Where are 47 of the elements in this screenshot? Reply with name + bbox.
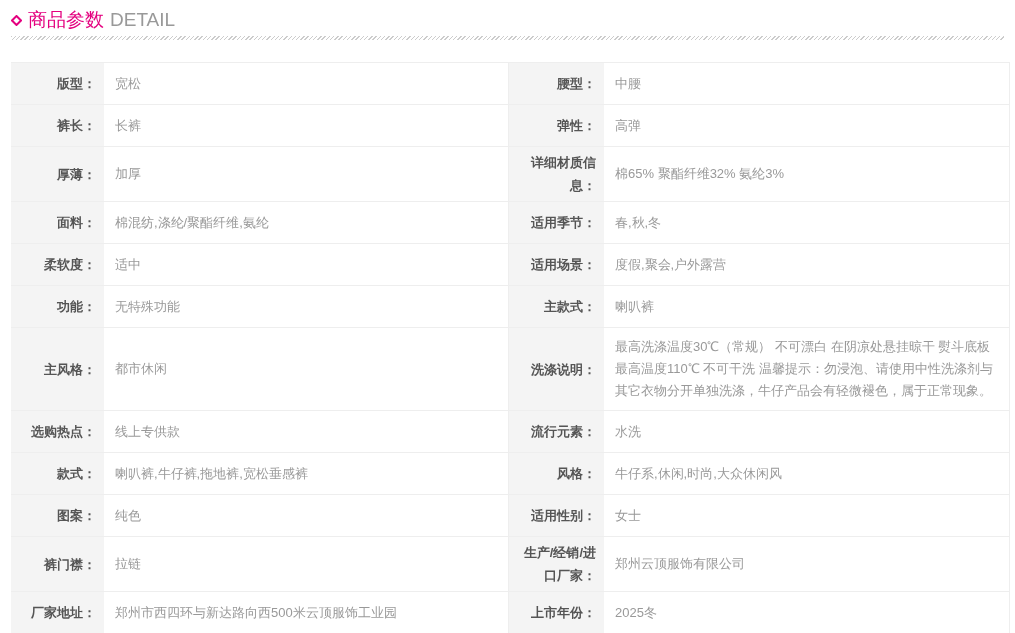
attribute-value: 女士 [604, 495, 1010, 537]
attribute-label: 详细材质信息： [509, 147, 604, 202]
attribute-value: 最高洗涤温度30℃（常规） 不可漂白 在阴凉处悬挂晾干 熨斗底板最高温度110℃ 不可干洗 温馨提示：勿浸泡、请使用中性洗涤剂与其它衣物分开单独洗涤，牛仔产品会有轻微褪色，属于正常现象。 [604, 328, 1010, 411]
attribute-label: 风格： [509, 453, 604, 495]
attribute-label: 弹性： [509, 105, 604, 147]
attribute-value: 棉混纺,涤纶/聚酯纤维,氨纶 [104, 202, 509, 244]
attribute-label: 洗涤说明： [509, 328, 604, 411]
attribute-label: 功能： [11, 286, 104, 328]
attribute-label: 厂家地址： [11, 592, 104, 633]
attribute-label: 柔软度： [11, 244, 104, 286]
section-title: 商品参数 [28, 8, 104, 32]
attribute-label: 版型： [11, 63, 104, 105]
attribute-label: 选购热点： [11, 411, 104, 453]
attribute-label: 款式： [11, 453, 104, 495]
attribute-value: 春,秋,冬 [604, 202, 1010, 244]
attribute-value: 牛仔系,休闲,时尚,大众休闲风 [604, 453, 1010, 495]
attribute-label: 裤长： [11, 105, 104, 147]
attribute-label: 图案： [11, 495, 104, 537]
attribute-value: 水洗 [604, 411, 1010, 453]
attribute-value: 宽松 [104, 63, 509, 105]
attribute-value: 喇叭裤 [604, 286, 1010, 328]
attribute-label: 适用季节： [509, 202, 604, 244]
attribute-value: 纯色 [104, 495, 509, 537]
attribute-label: 适用性别： [509, 495, 604, 537]
attribute-label: 裤门襟： [11, 537, 104, 592]
attribute-label: 上市年份： [509, 592, 604, 633]
attribute-value: 无特殊功能 [104, 286, 509, 328]
section-subtitle: DETAIL [110, 8, 176, 32]
attribute-value: 中腰 [604, 63, 1010, 105]
attribute-label: 主款式： [509, 286, 604, 328]
diamond-icon [11, 14, 22, 26]
attribute-label: 生产/经销/进口厂家： [509, 537, 604, 592]
attribute-label: 流行元素： [509, 411, 604, 453]
attribute-label: 腰型： [509, 63, 604, 105]
attribute-value: 2025冬 [604, 592, 1010, 633]
attribute-value: 高弹 [604, 105, 1010, 147]
attribute-value: 喇叭裤,牛仔裤,拖地裤,宽松垂感裤 [104, 453, 509, 495]
attribute-label: 主风格： [11, 328, 104, 411]
attribute-value: 长裤 [104, 105, 509, 147]
attribute-value: 郑州云顶服饰有限公司 [604, 537, 1010, 592]
attribute-value: 棉65% 聚酯纤维32% 氨纶3% [604, 147, 1010, 202]
attribute-label: 适用场景： [509, 244, 604, 286]
attribute-label: 厚薄： [11, 147, 104, 202]
attribute-value: 适中 [104, 244, 509, 286]
attribute-label: 面料： [11, 202, 104, 244]
attribute-value: 度假,聚会,户外露营 [604, 244, 1010, 286]
attribute-value: 线上专供款 [104, 411, 509, 453]
